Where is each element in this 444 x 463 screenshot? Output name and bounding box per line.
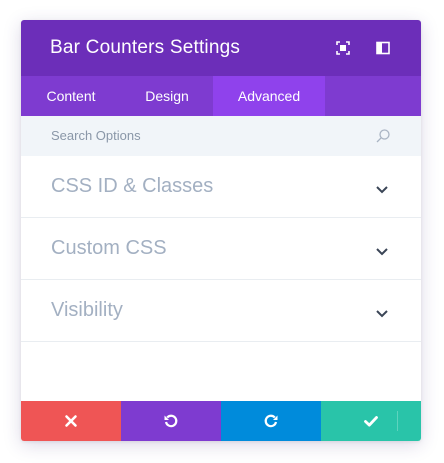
expand-icon[interactable] bbox=[335, 40, 351, 56]
split-view-icon[interactable] bbox=[375, 40, 391, 56]
modal-footer bbox=[21, 401, 421, 441]
tab-advanced[interactable]: Advanced bbox=[213, 76, 325, 116]
option-css-id-classes[interactable]: CSS ID & Classes bbox=[21, 156, 421, 218]
undo-icon bbox=[164, 414, 178, 428]
option-label: Visibility bbox=[51, 299, 123, 321]
cancel-button[interactable] bbox=[21, 401, 121, 441]
tab-bar: Content Design Advanced bbox=[21, 76, 421, 116]
search-bar: Search Options bbox=[21, 116, 421, 156]
chevron-down-icon[interactable] bbox=[375, 182, 389, 194]
undo-button[interactable] bbox=[121, 401, 221, 441]
redo-button[interactable] bbox=[221, 401, 321, 441]
search-icon[interactable] bbox=[375, 128, 391, 144]
search-options-input[interactable]: Search Options bbox=[51, 116, 371, 156]
chevron-down-icon[interactable] bbox=[375, 244, 389, 256]
chevron-down-icon[interactable] bbox=[375, 306, 389, 318]
option-label: Custom CSS bbox=[51, 237, 167, 259]
footer-divider bbox=[397, 411, 398, 431]
close-icon bbox=[65, 415, 77, 427]
option-custom-css[interactable]: Custom CSS bbox=[21, 218, 421, 280]
redo-icon bbox=[264, 414, 278, 428]
settings-modal: Bar Counters Settings Content Design Adv… bbox=[21, 20, 421, 441]
modal-title: Bar Counters Settings bbox=[50, 37, 241, 58]
tab-design[interactable]: Design bbox=[121, 76, 213, 116]
checkmark-icon bbox=[364, 416, 378, 427]
tab-content[interactable]: Content bbox=[21, 76, 121, 116]
save-button[interactable] bbox=[321, 401, 421, 441]
option-visibility[interactable]: Visibility bbox=[21, 280, 421, 342]
option-label: CSS ID & Classes bbox=[51, 175, 214, 197]
modal-header: Bar Counters Settings bbox=[21, 20, 421, 76]
